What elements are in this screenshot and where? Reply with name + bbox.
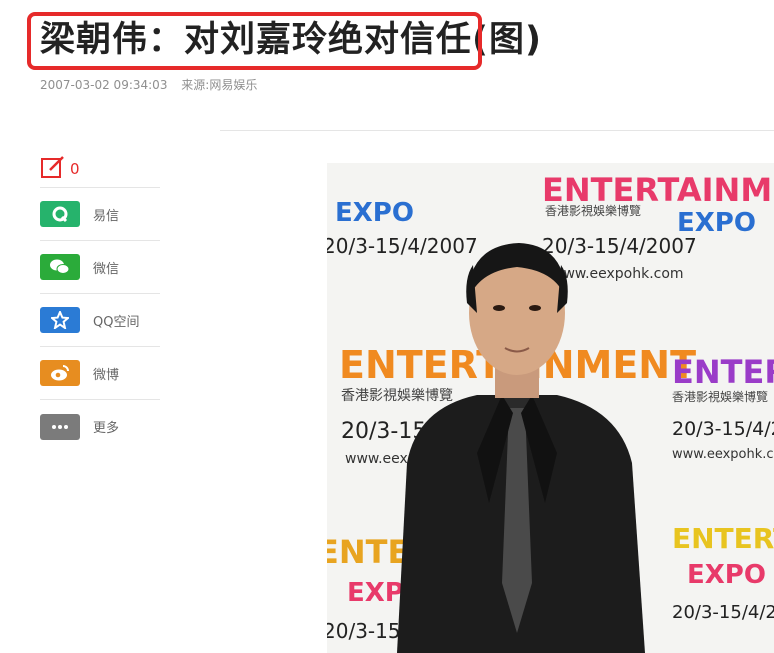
banner-url: www.eexpohk.com [552, 266, 684, 282]
share-more[interactable]: 更多 [40, 400, 160, 453]
article-source: 来源:网易娱乐 [181, 78, 258, 92]
edit-icon [40, 154, 66, 184]
share-label: 微博 [93, 367, 120, 383]
article-photo: ENTERTAINMENT 香港影視娛樂博覽 EXPO 20/3-15/4/20… [327, 163, 774, 653]
share-label: QQ空间 [93, 314, 140, 330]
weibo-icon [40, 360, 80, 386]
banner-dates: 20/3-15/4/2007 [672, 602, 774, 623]
article-title: 梁朝伟：对刘嘉玲绝对信任(图) [40, 20, 542, 60]
banner-sub: 香港影視娛樂博覽 [341, 387, 453, 404]
share-label: 易信 [93, 208, 120, 224]
qzone-icon [40, 307, 80, 333]
banner-word: ENTERTAINMENT [672, 522, 774, 555]
banner-sub: 香港影視娛樂博覽 [672, 389, 768, 404]
banner-expo: EXPO [687, 560, 766, 590]
banner-dates: 20/3-15/4/2007 [327, 234, 478, 258]
article-meta: 2007-03-02 09:34:03 来源:网易娱乐 [40, 76, 257, 93]
more-icon [40, 413, 80, 440]
share-weibo[interactable]: 微博 [40, 347, 160, 400]
banner-word: ENTERTAINMENT [672, 353, 774, 391]
share-label: 更多 [93, 421, 120, 436]
banner-dates: 20/3-15/4/2007 [542, 234, 697, 258]
banner-url: www.eexpohk.com [672, 447, 774, 462]
banner-expo: EXPO [335, 198, 414, 228]
divider [220, 130, 774, 131]
share-qzone[interactable]: QQ空间 [40, 294, 160, 347]
share-label: 微信 [93, 261, 120, 277]
publish-date: 2007-03-02 09:34:03 [40, 78, 168, 92]
share-yixin[interactable]: 易信 [40, 188, 160, 241]
banner-sub: 香港影視娛樂博覽 [545, 203, 641, 218]
share-panel: 0 易信 微信 QQ空间 微博 更多 [40, 150, 160, 453]
share-wechat[interactable]: 微信 [40, 241, 160, 294]
comment-count: 0 [70, 159, 80, 178]
banner-dates: 20/3-15/4/2007 [672, 418, 774, 440]
comment-button[interactable]: 0 [40, 150, 160, 188]
yixin-icon [40, 201, 80, 227]
article-header: 梁朝伟：对刘嘉玲绝对信任(图) [0, 0, 774, 70]
wechat-icon [40, 254, 80, 280]
